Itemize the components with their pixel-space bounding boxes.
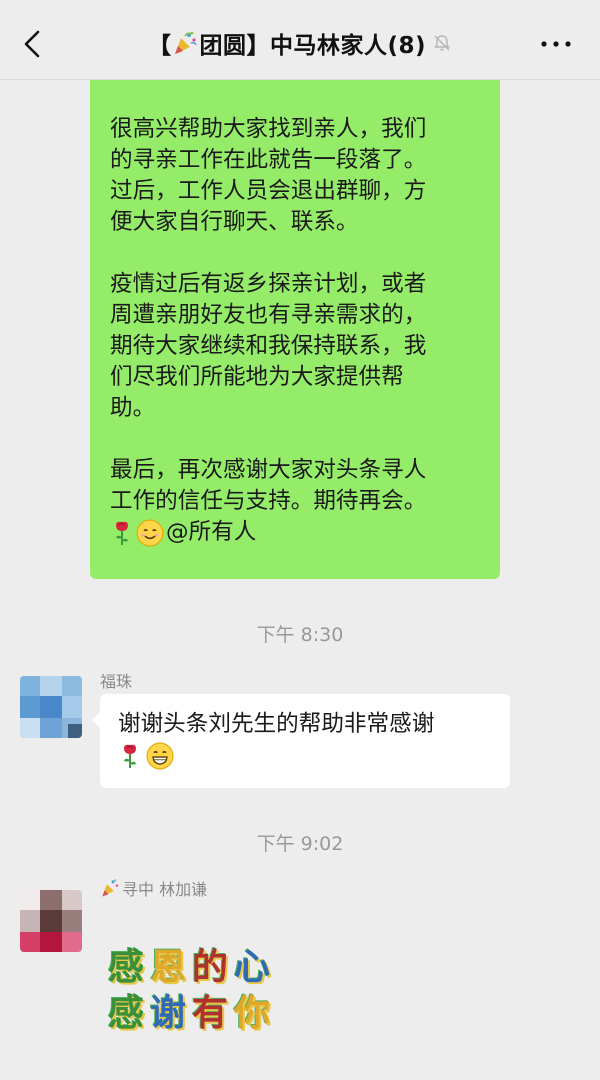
mention-all[interactable]: @所有人 — [166, 517, 256, 548]
message-paragraph-2: 疫情过后有返乡探亲计划，或者 周遭亲朋好友也有寻亲需求的， 期待大家继续和我保持… — [110, 271, 427, 421]
message-paragraph-1: 很高兴帮助大家找到亲人，我们 的寻亲工作在此就告一段落了。 过后，工作人员会退出… — [110, 116, 427, 235]
title-bracket: 【 — [147, 33, 172, 59]
timestamp: 下午 9:02 — [256, 833, 344, 855]
message-text: 谢谢头条刘先生的帮助非常感谢 — [118, 711, 435, 737]
message-paragraph-3: 最后，再次感谢大家对头条寻人 工作的信任与支持。期待再会。 — [110, 457, 427, 514]
sticker-line-2: 感谢有你 — [108, 990, 294, 1036]
party-popper-icon — [175, 31, 198, 54]
avatar[interactable] — [20, 890, 82, 952]
mute-bell-icon — [434, 35, 450, 51]
chat-header: 【 团圆】中马林家人(8) — [0, 0, 600, 80]
party-popper-icon — [102, 879, 119, 897]
sticker-line-1: 感恩的心 — [108, 944, 294, 990]
grinning-face-icon — [146, 742, 174, 770]
avatar-image — [20, 676, 82, 738]
sticker-char: 有 — [192, 992, 235, 1034]
sticker-char: 恩 — [150, 946, 193, 988]
message-emoji-line — [118, 740, 492, 772]
sticker-char: 感 — [108, 992, 151, 1034]
sender-name: 福珠 — [100, 672, 133, 691]
sticker-char: 的 — [192, 946, 235, 988]
sender-name-text: 寻中 林加谦 — [122, 880, 208, 899]
smiling-face-icon — [136, 519, 164, 546]
title-group-name: 团圆】中马林家人(8) — [199, 33, 427, 59]
rose-icon — [124, 744, 136, 768]
chat-title[interactable]: 【 团圆】中马林家人(8) — [0, 26, 600, 60]
outgoing-message-bubble[interactable]: 很高兴帮助大家找到亲人，我们 的寻亲工作在此就告一段落了。 过后，工作人员会退出… — [90, 70, 500, 579]
sticker-char: 心 — [234, 946, 277, 988]
avatar-image — [20, 890, 82, 952]
sticker-char: 你 — [234, 992, 277, 1034]
avatar[interactable] — [20, 676, 82, 738]
sticker-char: 感 — [108, 946, 151, 988]
timestamp: 下午 8:30 — [256, 624, 344, 646]
sticker-char: 谢 — [150, 992, 193, 1034]
rose-icon — [116, 521, 128, 545]
more-options-icon[interactable] — [536, 34, 576, 54]
sticker-message[interactable]: 感恩的心 感谢有你 — [108, 944, 294, 1044]
incoming-message-bubble[interactable]: 谢谢头条刘先生的帮助非常感谢 — [92, 694, 510, 788]
sender-name-row: 寻中 林加谦 — [100, 876, 207, 900]
message-emoji-line: @所有人 — [110, 517, 480, 548]
